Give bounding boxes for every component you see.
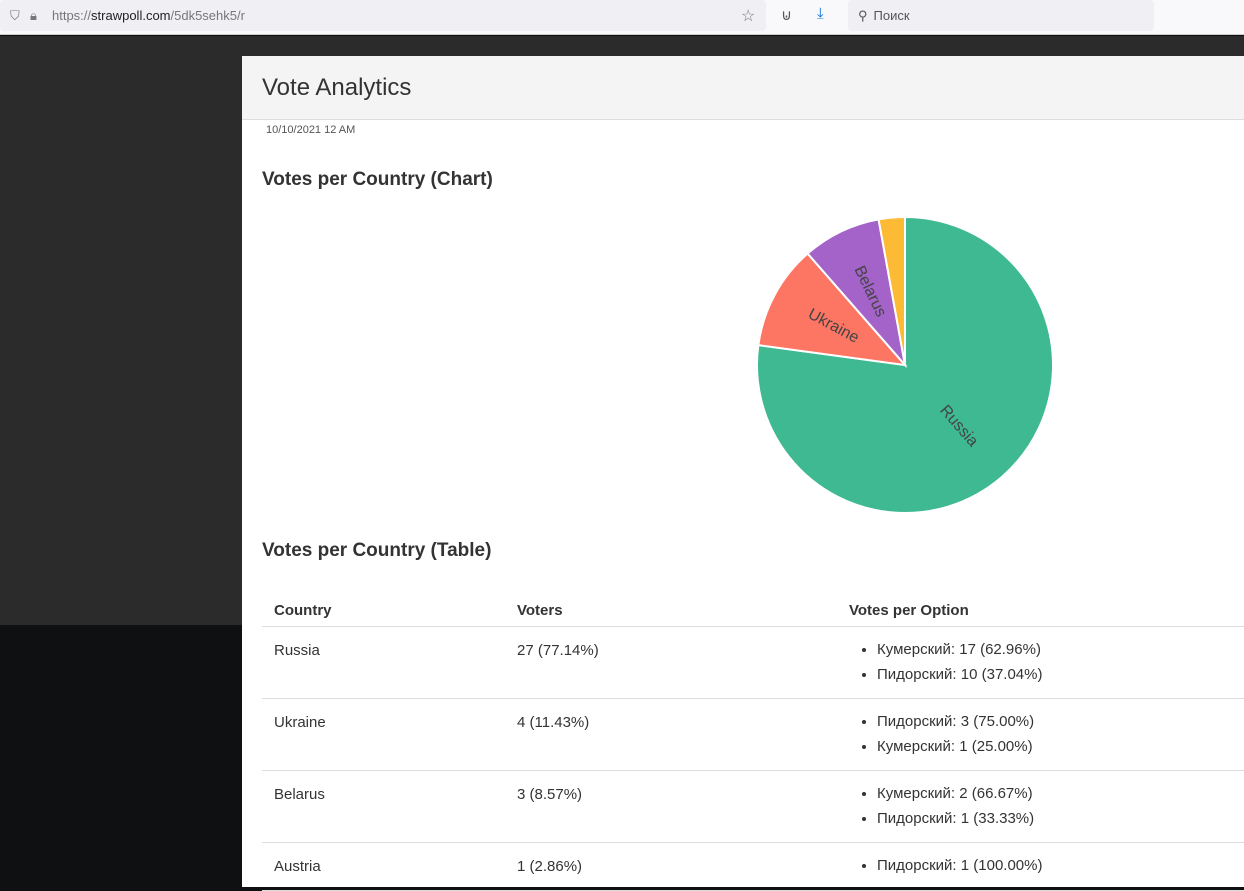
voters-cell: 1 (2.86%) bbox=[505, 842, 837, 891]
star-icon[interactable]: ☆ bbox=[741, 6, 755, 26]
search-input[interactable]: ⚲ Поиск bbox=[848, 0, 1154, 31]
col-country: Country bbox=[262, 586, 505, 627]
option-item: Пидорский: 1 (100.00%) bbox=[877, 853, 1232, 878]
option-item: Пидорский: 3 (75.00%) bbox=[877, 709, 1232, 734]
url-host: strawpoll.com bbox=[91, 8, 171, 23]
pie-chart: RussiaUkraineBelarus bbox=[756, 215, 1054, 514]
option-item: Пидорский: 10 (37.04%) bbox=[877, 662, 1232, 687]
table-row: Russia27 (77.14%)Кумерский: 17 (62.96%)П… bbox=[262, 626, 1244, 699]
shield-icon[interactable]: ⛉ bbox=[10, 8, 30, 24]
vote-analytics-modal: Vote Analytics 10/10/2021 12 AM Votes pe… bbox=[242, 56, 1244, 891]
voters-cell: 27 (77.14%) bbox=[505, 626, 837, 699]
browser-toolbar: ⛉ 🔒︎ https://strawpoll.com/5dk5sehk5/r ☆… bbox=[0, 0, 1244, 35]
col-votes-per-option: Votes per Option bbox=[837, 586, 1244, 627]
address-bar[interactable]: ⛉ 🔒︎ https://strawpoll.com/5dk5sehk5/r ☆ bbox=[0, 0, 766, 31]
table-row: Austria1 (2.86%) Пидорский: 1 (100.00%) bbox=[262, 842, 1244, 891]
url-scheme: https:// bbox=[52, 8, 92, 23]
search-icon: ⚲ bbox=[858, 7, 868, 23]
table-row: Ukraine4 (11.43%)Пидорский: 3 (75.00%)Ку… bbox=[262, 698, 1244, 771]
search-placeholder: Поиск bbox=[873, 8, 910, 23]
option-item: Кумерский: 2 (66.67%) bbox=[877, 781, 1232, 806]
lock-icon[interactable]: 🔒︎ bbox=[30, 8, 52, 24]
col-voters: Voters bbox=[505, 586, 837, 627]
options-cell: Кумерский: 17 (62.96%)Пидорский: 10 (37.… bbox=[837, 626, 1244, 699]
pocket-icon[interactable]: ⊍ bbox=[781, 6, 792, 24]
country-cell: Russia bbox=[262, 626, 505, 699]
options-cell: Кумерский: 2 (66.67%)Пидорский: 1 (33.33… bbox=[837, 770, 1244, 843]
country-cell: Austria bbox=[262, 842, 505, 891]
option-item: Кумерский: 17 (62.96%) bbox=[877, 637, 1232, 662]
voters-cell: 4 (11.43%) bbox=[505, 698, 837, 771]
voters-cell: 3 (8.57%) bbox=[505, 770, 837, 843]
url-path: /5dk5sehk5/r bbox=[170, 8, 245, 23]
table-row: Belarus3 (8.57%)Кумерский: 2 (66.67%)Пид… bbox=[262, 770, 1244, 843]
votes-table: Country Voters Votes per Option Russia 27… bbox=[262, 586, 1244, 891]
option-item: Кумерский: 1 (25.00%) bbox=[877, 734, 1232, 759]
country-cell: Belarus bbox=[262, 770, 505, 843]
download-icon[interactable]: ⤓ bbox=[817, 5, 824, 22]
table-heading: Votes per Country (Table) bbox=[262, 540, 492, 561]
country-cell: Ukraine bbox=[262, 698, 505, 771]
options-cell: Пидорский: 1 (100.00%) bbox=[837, 842, 1244, 891]
options-cell: Пидорский: 3 (75.00%)Кумерский: 1 (25.00… bbox=[837, 698, 1244, 771]
option-item: Пидорский: 1 (33.33%) bbox=[877, 806, 1232, 831]
